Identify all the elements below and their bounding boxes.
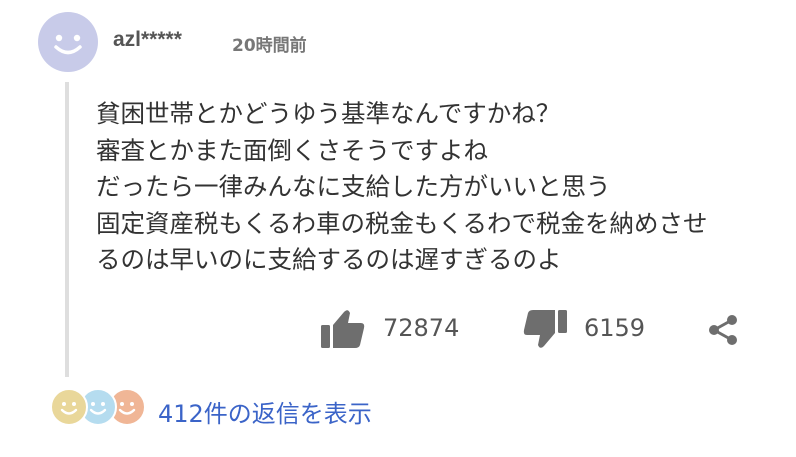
dislike-count: 6159 bbox=[584, 314, 646, 342]
action-bar: 72874 6159 bbox=[0, 300, 796, 360]
show-replies-button[interactable]: 412件の返信を表示 bbox=[48, 386, 408, 432]
dislike-button[interactable] bbox=[522, 308, 568, 350]
smiley-face-icon bbox=[60, 402, 78, 415]
share-button[interactable] bbox=[705, 312, 741, 348]
thumbs-up-icon bbox=[321, 310, 365, 348]
comment-line: 審査とかまた面倒くさそうですよね bbox=[96, 135, 488, 165]
comment-line: 固定資産税もくるわ車の税金もくるわで税金を納めさせ bbox=[96, 208, 708, 238]
timestamp: 20時間前 bbox=[232, 36, 307, 56]
thumbs-down-icon bbox=[523, 310, 567, 348]
avatar[interactable] bbox=[38, 12, 98, 72]
username[interactable]: azl***** bbox=[113, 28, 182, 52]
like-button[interactable] bbox=[320, 308, 366, 350]
share-icon bbox=[709, 315, 737, 345]
smiley-face-icon bbox=[54, 34, 82, 55]
replies-link-label[interactable]: 412件の返信を表示 bbox=[158, 394, 372, 429]
comment-body: 貧困世帯とかどうゆう基準なんですかね？ 審査とかまた面倒くさそうですよね だった… bbox=[96, 96, 776, 279]
comment-line: 貧困世帯とかどうゆう基準なんですかね？ bbox=[96, 99, 561, 128]
like-count: 72874 bbox=[383, 314, 460, 342]
comment-line: るのは早いのに支給するのは遅すぎるのよ bbox=[96, 245, 562, 274]
reply-avatar bbox=[50, 388, 88, 426]
comment-line: だったら一律みんなに支給した方がいいと思う bbox=[96, 172, 611, 201]
